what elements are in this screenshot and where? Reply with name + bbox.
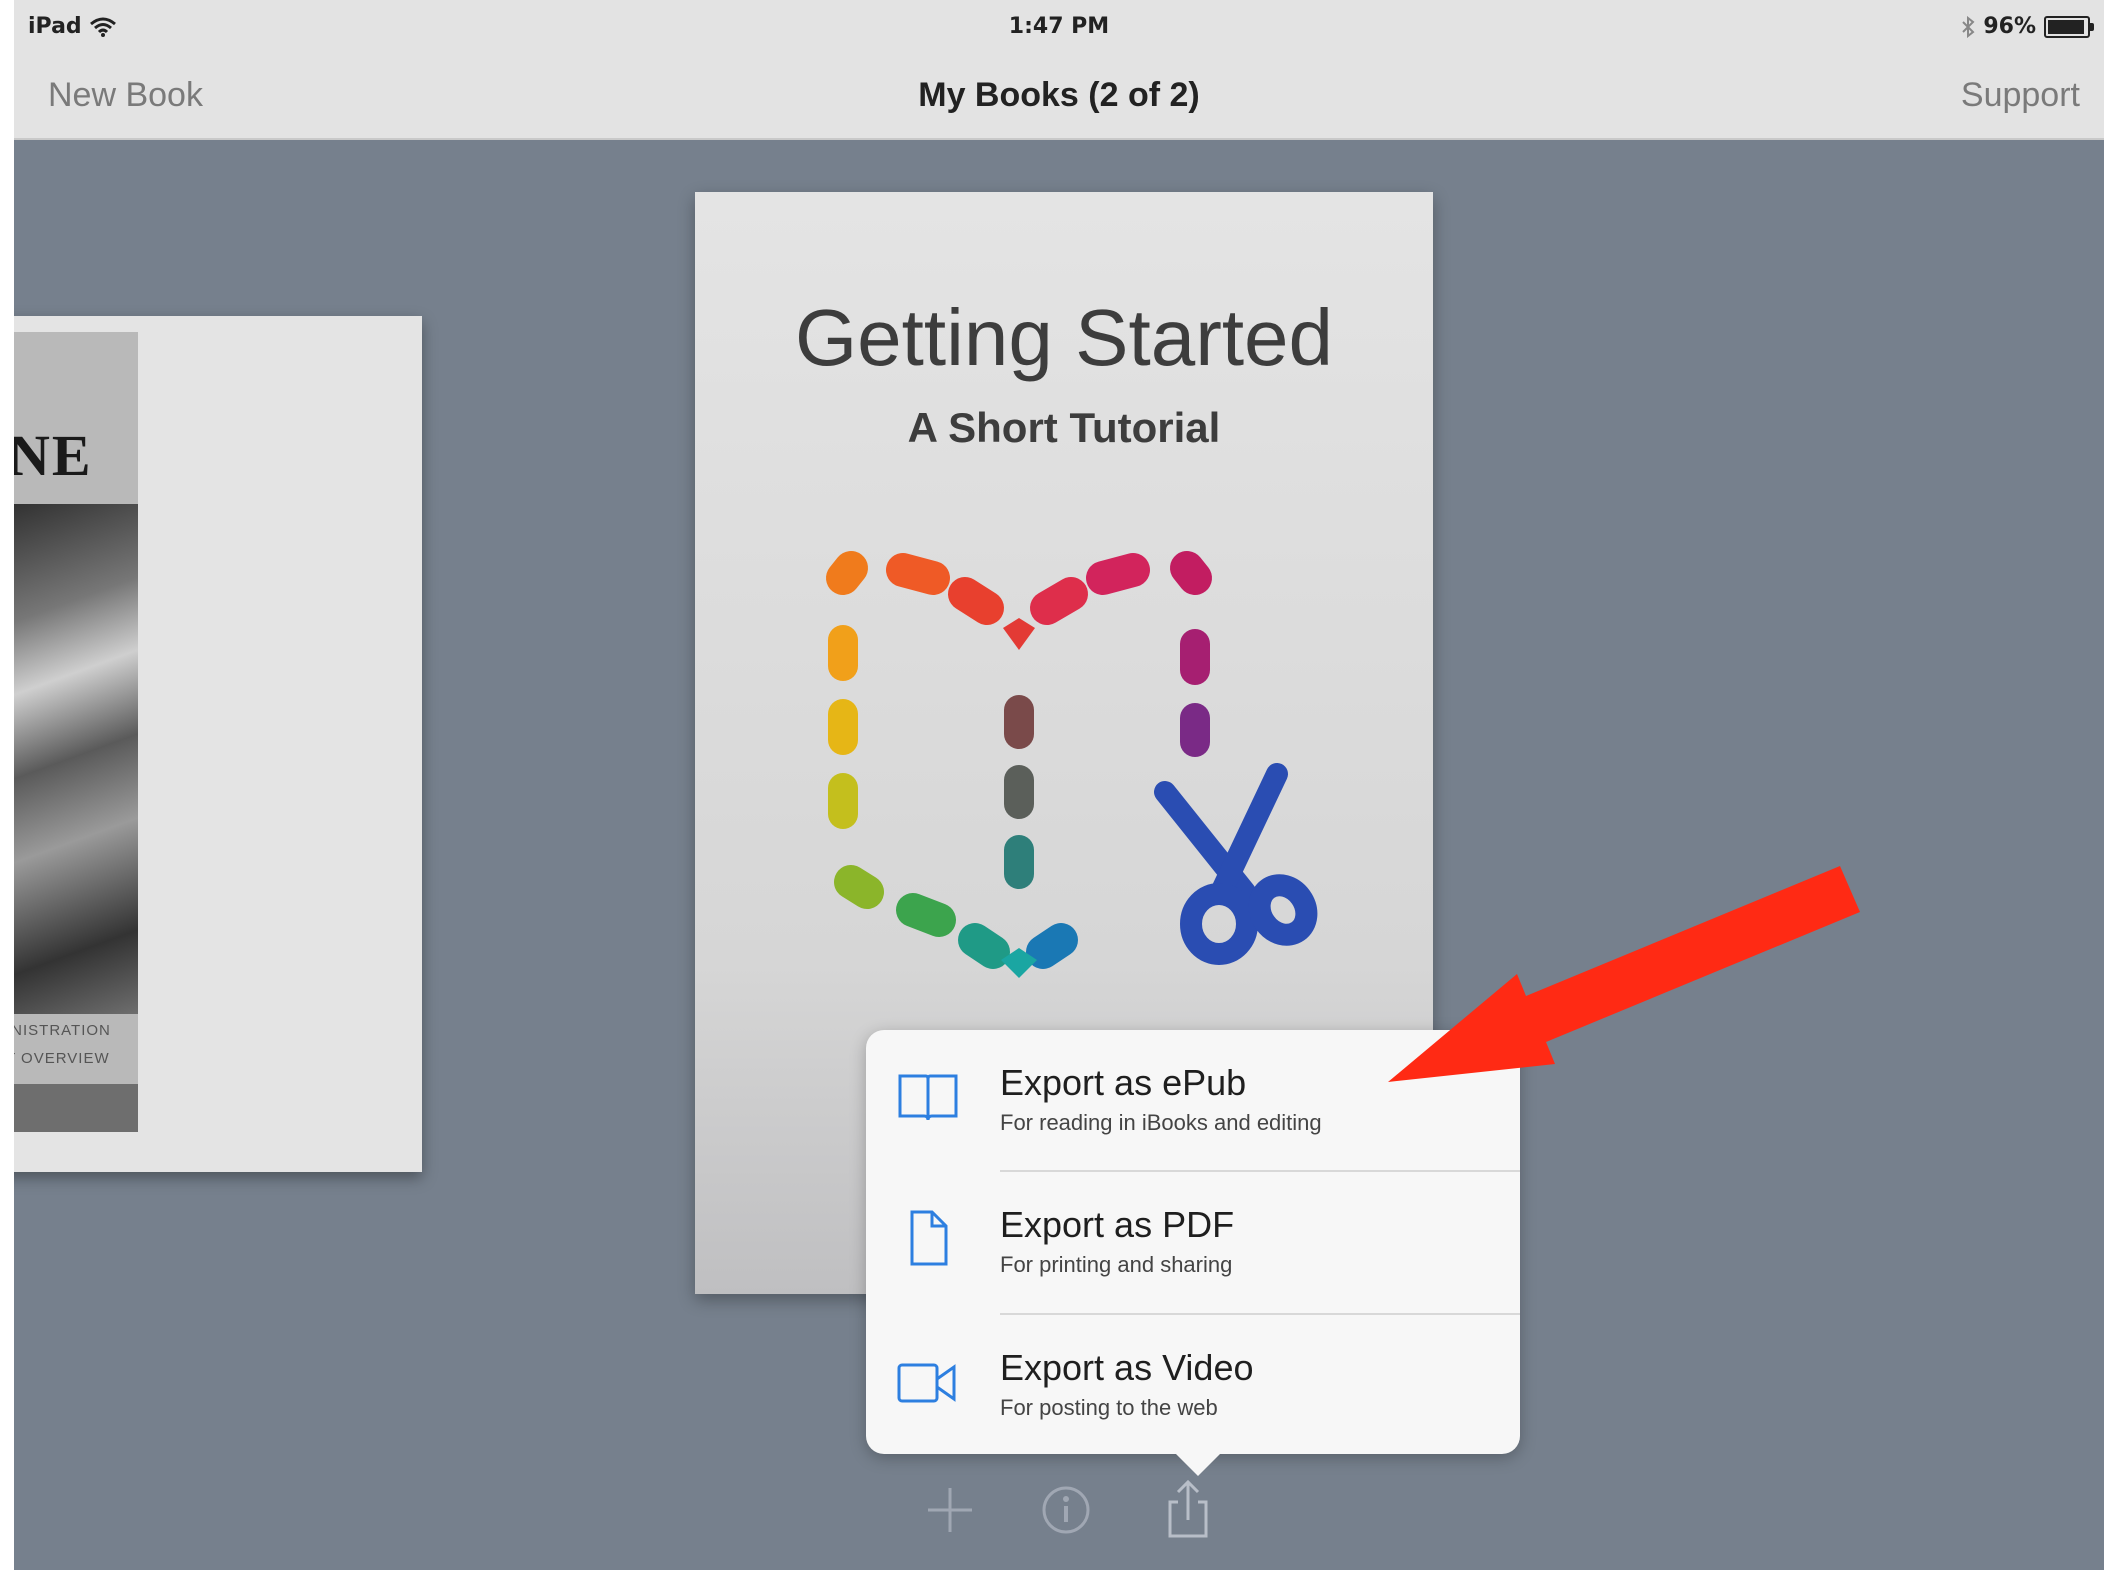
cover-title-fragment: NE: [14, 423, 93, 488]
status-right: 96%: [1961, 14, 2094, 39]
battery-percent: 96%: [1983, 14, 2036, 39]
video-camera-icon: [897, 1363, 956, 1403]
plus-icon[interactable]: [920, 1480, 980, 1540]
export-menu: Export as ePub For reading in iBooks and…: [866, 1030, 1520, 1476]
document-icon: [910, 1210, 948, 1266]
export-pdf-option[interactable]: Export as PDF For printing and sharing: [866, 1172, 1520, 1313]
navigation-bar: New Book My Books (2 of 2) Support: [14, 58, 2104, 140]
export-epub-subtitle: For reading in iBooks and editing: [1000, 1110, 1322, 1135]
bottom-toolbar: [14, 1480, 2104, 1550]
cover-bottom-strip: [14, 1084, 138, 1132]
support-button[interactable]: Support: [1961, 76, 2080, 115]
cover-photo-image: [14, 504, 138, 1014]
export-video-subtitle: For posting to the web: [1000, 1395, 1218, 1420]
export-video-title: Export as Video: [1000, 1347, 1254, 1388]
cover-caption-line-1: INISTRATION: [14, 1022, 111, 1039]
export-pdf-subtitle: For printing and sharing: [1000, 1252, 1233, 1277]
page-title: My Books (2 of 2): [918, 76, 1200, 114]
battery-fill: [2048, 19, 2084, 34]
export-video-option[interactable]: Export as Video For posting to the web: [866, 1315, 1520, 1456]
book-subtitle: A Short Tutorial: [907, 404, 1221, 451]
battery-icon: [2044, 15, 2094, 38]
info-icon[interactable]: [1036, 1480, 1096, 1540]
ipad-screen: iPad 1:47 PM 96% New Book My Books (2 of…: [14, 0, 2104, 1570]
clock: 1:47 PM: [1008, 14, 1110, 39]
status-bar: iPad 1:47 PM 96%: [14, 0, 2104, 58]
cover-caption-line-2: T OVERVIEW: [14, 1050, 110, 1067]
export-epub-title: Export as ePub: [1000, 1062, 1247, 1103]
share-icon[interactable]: [1158, 1480, 1218, 1540]
export-pdf-title: Export as PDF: [1000, 1204, 1235, 1245]
book-creator-logo-icon: [826, 551, 1318, 978]
book-icon: [898, 1074, 958, 1121]
export-epub-option[interactable]: Export as ePub For reading in iBooks and…: [866, 1030, 1520, 1171]
bluetooth-icon: [1962, 15, 1975, 38]
book-cover-previous[interactable]: NE INISTRATION T OVERVIEW: [14, 316, 422, 1172]
book-title: Getting Started: [794, 293, 1334, 382]
